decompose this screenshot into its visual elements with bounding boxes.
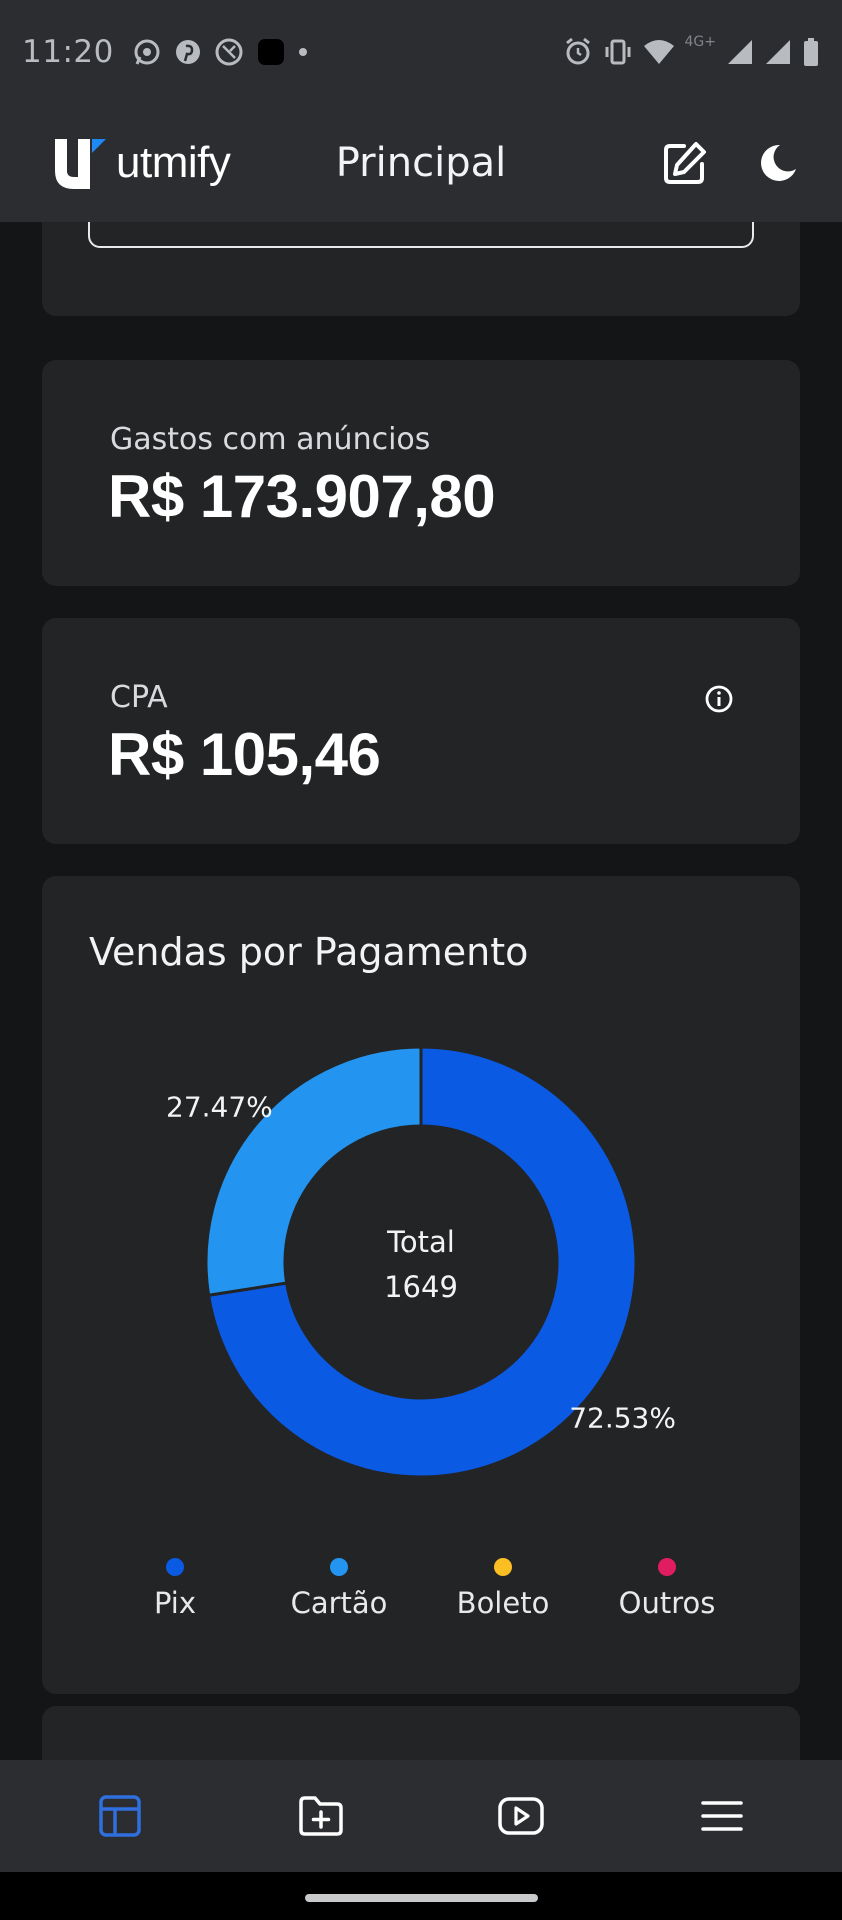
legend-dot [658,1558,676,1576]
donut-center-value: 1649 [384,1270,458,1304]
app-header: utmify Principal [0,104,842,222]
wifi-icon [643,38,675,66]
nav-dashboard[interactable] [75,1776,165,1856]
legend-dot [494,1558,512,1576]
vibrate-icon [603,37,633,67]
edit-button[interactable] [662,140,708,186]
bottom-nav [0,1760,842,1872]
legend-label: Outros [618,1586,716,1620]
logo-text: utmify [116,138,231,187]
moon-icon [761,144,796,181]
edit-icon [664,142,706,184]
video-icon [498,1797,544,1835]
payment-chart-card: Vendas por Pagamento 72.53% 27.47% Total 16… [42,876,800,1694]
cpa-card: CPA R$ 105,46 [42,618,800,844]
next-card [42,1706,800,1760]
nav-menu[interactable] [677,1776,767,1856]
system-icons: 4G+ [563,34,821,67]
ad-spend-card: Gastos com anúncios R$ 173.907,80 [42,360,800,586]
slice-label-cartão: 27.47% [166,1091,273,1124]
nav-add-folder[interactable] [276,1776,366,1856]
signal-icon [726,38,754,66]
logo[interactable]: utmify [52,135,231,191]
ad-spend-label: Gastos com anúncios [110,422,431,457]
info-icon[interactable] [704,684,734,718]
alarm-icon [563,37,593,67]
legend-dot [330,1558,348,1576]
dashboard-content[interactable]: Gastos com anúncios R$ 173.907,80 CPA R$… [0,222,842,1760]
menu-icon [701,1801,743,1831]
legend-label: Pix [153,1586,197,1620]
browser-icon [214,37,244,67]
legend-label: Cartão [290,1586,388,1620]
theme-toggle-button[interactable] [758,143,798,183]
legend-item-pix[interactable]: Pix [93,1558,257,1620]
dot-icon [298,47,308,57]
filter-card [42,222,800,316]
legend-item-boleto[interactable]: Boleto [421,1558,585,1620]
payment-donut-chart: 72.53% 27.47% Total 1649 [166,1045,676,1479]
logo-mark-icon [55,139,106,189]
battery-icon [802,37,820,67]
app-square-icon [256,37,286,67]
cpa-value: R$ 105,46 [108,721,381,788]
gesture-handle[interactable] [305,1894,538,1902]
ad-spend-value: R$ 173.907,80 [108,463,496,530]
legend-label: Boleto [456,1586,550,1620]
slice-label-pix: 72.53% [569,1401,676,1434]
header-actions [662,140,798,186]
chart-legend: Pix Cartão Boleto Outros [42,1558,800,1620]
add-folder-icon [299,1796,343,1836]
signal-icon [764,38,792,66]
notification-icons [132,37,308,67]
date-filter-input[interactable] [88,222,754,248]
legend-item-outros[interactable]: Outros [585,1558,749,1620]
donut-center-label: Total [386,1225,455,1259]
status-time: 11:20 [22,34,114,70]
pinterest-icon [174,38,202,66]
gesture-area [0,1872,842,1920]
whatsapp-icon [132,37,162,67]
status-bar: 11:20 4G+ [0,0,842,104]
nav-videos[interactable] [476,1776,566,1856]
cpa-label: CPA [110,680,168,715]
legend-item-cartão[interactable]: Cartão [257,1558,421,1620]
network-label: 4G+ [684,34,717,50]
dashboard-icon [99,1795,141,1837]
legend-dot [166,1558,184,1576]
